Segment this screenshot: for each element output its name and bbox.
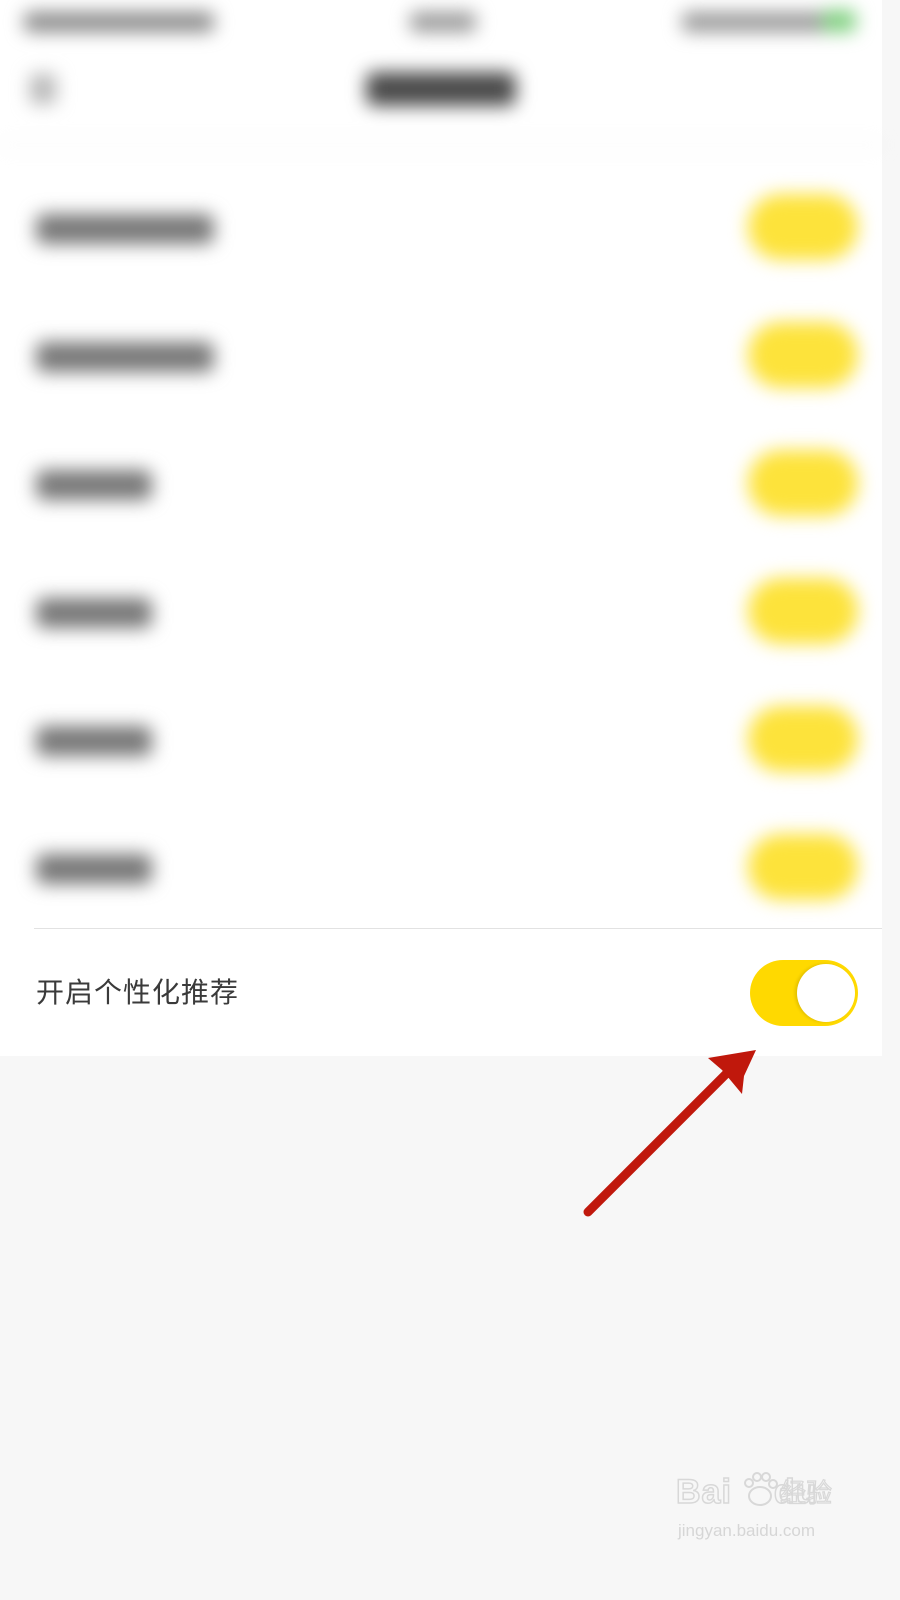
paw-icon [744, 1472, 778, 1506]
settings-row-toggle[interactable] [748, 194, 858, 260]
settings-row-label [36, 470, 152, 500]
settings-row[interactable] [0, 164, 882, 292]
settings-row-label [36, 342, 214, 372]
status-carrier-info [24, 12, 214, 32]
settings-row[interactable] [0, 548, 882, 676]
personalized-recommendation-row[interactable]: 开启个性化推荐 [0, 929, 882, 1056]
back-arrow-icon[interactable] [30, 74, 56, 104]
settings-row[interactable] [0, 292, 882, 420]
settings-row-toggle[interactable] [748, 322, 858, 388]
settings-row[interactable] [0, 676, 882, 804]
watermark-brand: 经验 [779, 1478, 833, 1509]
settings-row-label [36, 854, 152, 884]
blurred-region [0, 0, 882, 928]
battery-icon [822, 10, 856, 32]
status-clock [410, 12, 476, 32]
status-indicators [682, 12, 832, 32]
nav-bar [0, 44, 882, 146]
status-bar [0, 0, 882, 44]
settings-row-toggle[interactable] [748, 450, 858, 516]
phone-screen: 开启个性化推荐 Bai du 经验 jingyan.baidu.com [0, 0, 882, 1568]
baidu-jingyan-watermark: Bai du 经验 jingyan.baidu.com [675, 1468, 846, 1552]
settings-row-toggle[interactable] [748, 834, 858, 900]
toggle-knob [797, 964, 855, 1022]
settings-row-label [36, 598, 152, 628]
settings-row-label [36, 214, 214, 244]
arrow-head [708, 1050, 756, 1094]
watermark-url: jingyan.baidu.com [678, 1521, 816, 1540]
personalized-recommendation-toggle[interactable] [750, 960, 858, 1026]
settings-row[interactable] [0, 420, 882, 548]
personalized-recommendation-label: 开启个性化推荐 [36, 976, 240, 1009]
settings-row[interactable] [0, 804, 882, 932]
settings-row-toggle[interactable] [748, 706, 858, 772]
settings-panel: 开启个性化推荐 [0, 0, 882, 1056]
settings-row-label [36, 726, 152, 756]
settings-row-toggle[interactable] [748, 578, 858, 644]
page-title [366, 72, 516, 106]
arrow-shaft [583, 1065, 735, 1217]
